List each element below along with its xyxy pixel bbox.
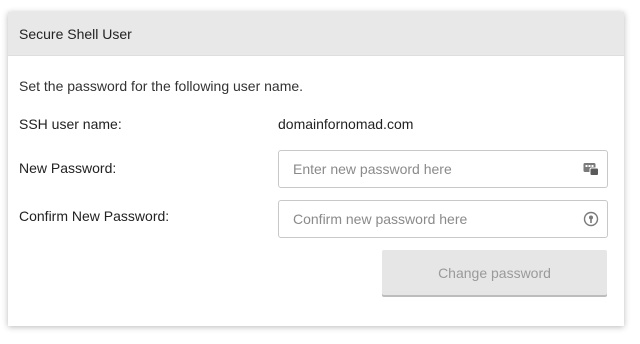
ssh-username-label: SSH user name:	[19, 116, 122, 132]
password-manager-icon[interactable]	[575, 151, 607, 187]
intro-text: Set the password for the following user …	[19, 78, 304, 94]
change-password-button[interactable]: Change password	[382, 250, 607, 295]
panel-header: Secure Shell User	[8, 12, 624, 56]
confirm-password-label: Confirm New Password:	[19, 208, 170, 224]
new-password-field	[278, 150, 608, 188]
ssh-username-value: domainfornomad.com	[278, 116, 414, 132]
confirm-password-input[interactable]	[279, 201, 575, 237]
new-password-input[interactable]	[279, 151, 575, 187]
key-icon[interactable]	[575, 201, 607, 237]
confirm-password-field	[278, 200, 608, 238]
new-password-label: New Password:	[19, 160, 117, 176]
secure-shell-user-panel: Secure Shell User Set the password for t…	[8, 12, 624, 326]
panel-title: Secure Shell User	[19, 25, 132, 42]
